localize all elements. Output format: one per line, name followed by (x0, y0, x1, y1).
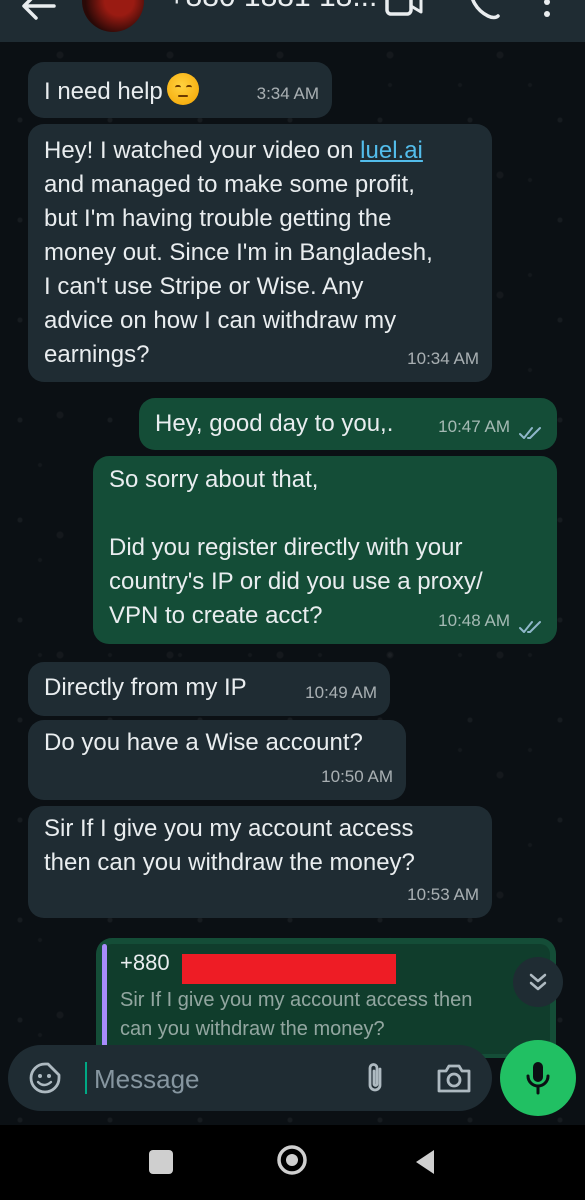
message-text: Sir If I give you my account access then… (44, 815, 415, 876)
message-input[interactable] (92, 1058, 346, 1100)
message-time: 10:34 AM (407, 349, 479, 368)
scroll-to-bottom-button[interactable] (513, 957, 563, 1007)
quoted-text: Sir If I give you my account access then… (120, 989, 473, 1040)
redaction-box (182, 954, 396, 984)
message-time: 10:47 AM (438, 417, 510, 436)
voice-message-button[interactable] (500, 1040, 576, 1116)
message-text: Directly from my IP (44, 674, 247, 701)
message-time: 10:48 AM (438, 611, 510, 630)
home-button-icon[interactable] (276, 1144, 308, 1176)
read-ticks-icon (519, 427, 541, 439)
message-text: Hey! I watched your video on (44, 137, 361, 164)
read-ticks-icon (519, 621, 541, 633)
contact-name[interactable]: +880 1881 18... (168, 0, 377, 14)
avatar[interactable] (82, 0, 144, 32)
message-time: 3:34 AM (256, 84, 319, 103)
recent-apps-button[interactable] (149, 1150, 173, 1174)
incoming-message[interactable]: Sir If I give you my account access then… (28, 806, 492, 918)
camera-icon[interactable] (436, 1061, 472, 1095)
message-link[interactable]: luel.ai (360, 137, 423, 164)
more-options-icon[interactable] (540, 0, 554, 28)
back-arrow-icon[interactable] (18, 0, 58, 26)
quoted-message[interactable]: +880 Sir If I give you my account access… (102, 944, 550, 1054)
incoming-message[interactable]: Do you have a Wise account? 10:50 AM (28, 720, 406, 800)
attachment-paperclip-icon[interactable] (360, 1061, 392, 1095)
message-text-continued: and managed to make some profit, but I'm… (44, 171, 433, 368)
video-call-icon[interactable] (384, 0, 424, 26)
text-caret (85, 1062, 87, 1094)
voice-call-icon[interactable] (466, 0, 502, 24)
quote-accent-bar (102, 944, 107, 1054)
pensive-face-emoji (166, 73, 199, 105)
incoming-message[interactable]: Directly from my IP 10:49 AM (28, 662, 390, 716)
microphone-icon (526, 1062, 550, 1095)
incoming-message[interactable]: Hey! I watched your video on luel.ai and… (28, 124, 492, 382)
message-time: 10:49 AM (305, 683, 377, 702)
message-text: Do you have a Wise account? (44, 729, 363, 756)
reply-preview[interactable]: +880 Sir If I give you my account access… (96, 938, 556, 1058)
chat-header: +880 1881 18... (0, 0, 585, 42)
message-time: 10:50 AM (321, 767, 393, 786)
quoted-sender: +880 (120, 950, 170, 975)
message-text: Hey, good day to you,. (155, 410, 394, 437)
outgoing-message[interactable]: Hey, good day to you,. 10:47 AM (139, 398, 557, 450)
back-button-icon[interactable] (412, 1148, 438, 1176)
sticker-emoji-icon[interactable] (28, 1061, 62, 1095)
outgoing-message[interactable]: So sorry about that, Did you register di… (93, 456, 557, 644)
message-time: 10:53 AM (407, 885, 479, 904)
incoming-message[interactable]: I need help 3:34 AM (28, 62, 332, 118)
message-composer (8, 1045, 492, 1111)
double-chevron-down-icon (529, 973, 547, 991)
message-text: I need help (44, 78, 163, 105)
